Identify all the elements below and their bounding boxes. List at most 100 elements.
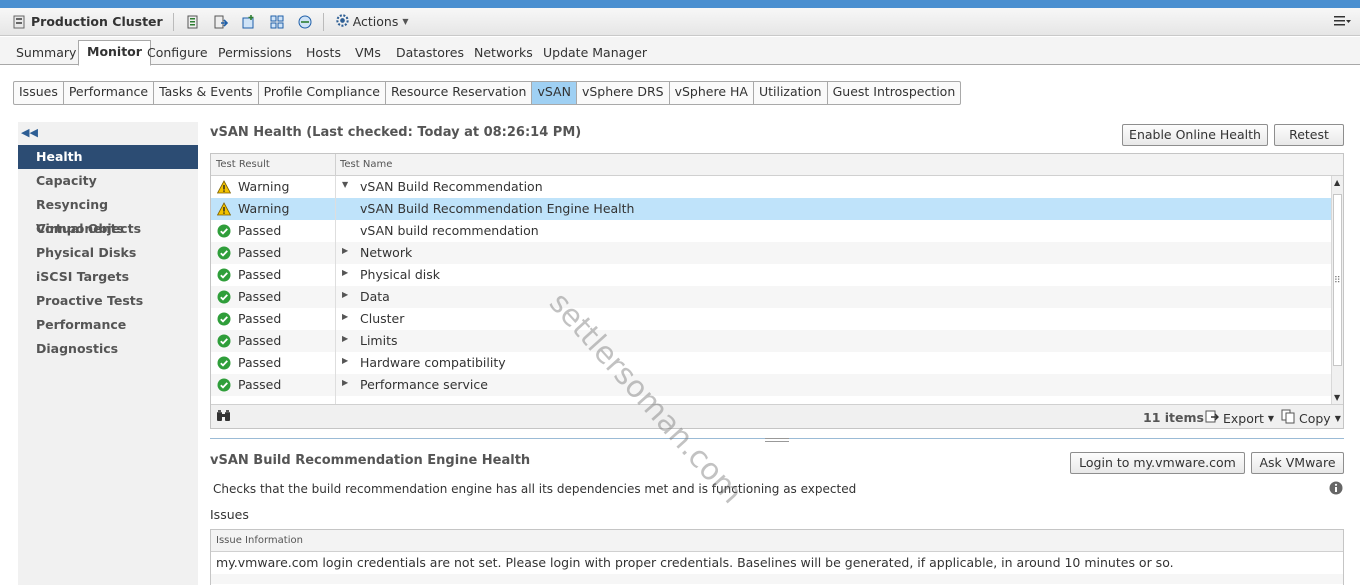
tab-update-manager[interactable]: Update Manager <box>535 42 655 65</box>
test-name-text: Network <box>360 245 413 260</box>
table-row[interactable]: Passed ▶ Hardware compatibility <box>211 352 1331 374</box>
table-row[interactable]: Warning vSAN Build Recommendation Engine … <box>211 198 1331 220</box>
detail-title: vSAN Build Recommendation Engine Health <box>210 453 531 468</box>
sidebar-item-health[interactable]: Health <box>18 145 198 169</box>
tab-datastores[interactable]: Datastores <box>388 42 472 65</box>
subtab-performance[interactable]: Performance <box>64 82 155 104</box>
new-vapp-icon[interactable] <box>295 12 315 32</box>
tree-collapsed-icon[interactable]: ▶ <box>342 268 352 277</box>
table-row[interactable]: Passed ▶ Performance service <box>211 374 1331 396</box>
subtab-profile-compliance[interactable]: Profile Compliance <box>259 82 386 104</box>
sidebar-item-resyncing-components[interactable]: Resyncing Components <box>18 193 198 236</box>
table-row[interactable]: Passed ▶ Limits <box>211 330 1331 352</box>
subtab-vsphere-ha[interactable]: vSphere HA <box>670 82 754 104</box>
tree-expanded-icon[interactable]: ▼ <box>342 180 352 189</box>
table-row[interactable]: Passed ▶ Network <box>211 242 1331 264</box>
actions-label: Actions <box>352 14 399 29</box>
toolbar-separator <box>172 12 174 31</box>
column-header-test-result[interactable]: Test Result <box>216 159 270 170</box>
list-menu-icon <box>1334 15 1352 30</box>
test-result-text: Passed <box>238 289 282 304</box>
login-to-myvmware-button[interactable]: Login to my.vmware.com <box>1070 452 1245 474</box>
subtab-guest-introspection[interactable]: Guest Introspection <box>828 82 961 104</box>
sidebar-item-physical-disks[interactable]: Physical Disks <box>18 241 198 265</box>
test-name-text: Cluster <box>360 311 405 326</box>
splitter-grip-icon[interactable] <box>765 438 789 442</box>
tree-collapsed-icon[interactable]: ▶ <box>342 356 352 365</box>
move-hosts-icon[interactable] <box>211 12 231 32</box>
subtab-tasks-events[interactable]: Tasks & Events <box>154 82 259 104</box>
column-divider[interactable] <box>335 154 336 176</box>
column-header-issue-information[interactable]: Issue Information <box>211 530 1343 552</box>
test-description: Checks that the build recommendation eng… <box>213 482 857 496</box>
passed-check-icon <box>217 224 231 238</box>
test-name-text: Data <box>360 289 390 304</box>
retest-button[interactable]: Retest <box>1274 124 1344 146</box>
enable-online-health-button[interactable]: Enable Online Health <box>1122 124 1268 146</box>
export-button[interactable]: Export ▼ <box>1205 409 1274 427</box>
tree-collapsed-icon[interactable]: ▶ <box>342 246 352 255</box>
binoculars-icon[interactable] <box>216 409 231 426</box>
portlet-menu-button[interactable] <box>1332 13 1354 31</box>
tree-collapsed-icon[interactable]: ▶ <box>342 290 352 299</box>
table-row[interactable]: Passed ▶ Data <box>211 286 1331 308</box>
new-vm-icon[interactable] <box>239 12 259 32</box>
tree-collapsed-icon[interactable]: ▶ <box>342 312 352 321</box>
column-header-test-name[interactable]: Test Name <box>340 159 392 170</box>
actions-menu-button[interactable]: Actions ▼ <box>335 13 409 31</box>
subtab-resource-reservation[interactable]: Resource Reservation <box>386 82 533 104</box>
add-host-icon[interactable] <box>183 12 203 32</box>
ask-vmware-button[interactable]: Ask VMware <box>1251 452 1344 474</box>
copy-button[interactable]: Copy ▼ <box>1281 409 1341 427</box>
vsan-sidebar: ◀◀ Health Capacity Resyncing Components … <box>18 122 198 585</box>
sidebar-item-virtual-objects[interactable]: Virtual Objects <box>18 217 198 241</box>
subtab-issues[interactable]: Issues <box>14 82 64 104</box>
passed-check-icon <box>217 334 231 348</box>
tab-summary[interactable]: Summary <box>8 42 84 65</box>
scroll-up-icon[interactable]: ▲ <box>1334 178 1340 187</box>
column-divider <box>335 176 336 404</box>
collapse-sidebar-icon[interactable]: ◀◀ <box>21 126 38 139</box>
resize-grip-icon[interactable]: ⠿ <box>1334 276 1341 286</box>
panel-splitter[interactable] <box>210 438 1344 442</box>
subtab-utilization[interactable]: Utilization <box>754 82 828 104</box>
main-tab-bar: Summary Monitor Configure Permissions Ho… <box>0 37 1360 66</box>
tab-vms[interactable]: VMs <box>347 42 389 65</box>
table-row[interactable]: Passed ▶ Cluster <box>211 308 1331 330</box>
sidebar-item-capacity[interactable]: Capacity <box>18 169 198 193</box>
chevron-down-icon: ▼ <box>402 17 409 26</box>
scroll-down-icon[interactable]: ▼ <box>1334 393 1340 402</box>
grid-footer: 11 items Export ▼ Copy ▼ <box>211 404 1343 428</box>
export-label: Export <box>1223 410 1264 426</box>
tab-permissions[interactable]: Permissions <box>210 42 300 65</box>
window-top-strip <box>0 0 1360 8</box>
warning-icon <box>216 180 232 194</box>
subtab-vsphere-drs[interactable]: vSphere DRS <box>577 82 670 104</box>
new-resource-pool-icon[interactable] <box>267 12 287 32</box>
tab-configure[interactable]: Configure <box>139 42 216 65</box>
table-row[interactable]: Passed vSAN build recommendation <box>211 220 1331 242</box>
object-title-bar: Production Cluster Actions ▼ <box>0 8 1360 36</box>
grid-vertical-scrollbar[interactable]: ▲ ⠿ ▼ <box>1331 176 1343 404</box>
tab-hosts[interactable]: Hosts <box>298 42 349 65</box>
test-name-text: Hardware compatibility <box>360 355 506 370</box>
tab-networks[interactable]: Networks <box>466 42 541 65</box>
test-result-text: Passed <box>238 333 282 348</box>
table-row[interactable]: Passed ▶ Physical disk <box>211 264 1331 286</box>
test-name-text: Limits <box>360 333 398 348</box>
grid-header: Test Result Test Name <box>211 154 1343 176</box>
subtab-vsan[interactable]: vSAN <box>532 82 577 104</box>
test-result-text: Passed <box>238 245 282 260</box>
object-title: Production Cluster <box>31 14 163 29</box>
sidebar-item-performance-diagnostics[interactable]: Performance Diagnostics <box>18 313 198 356</box>
test-result-text: Passed <box>238 311 282 326</box>
tree-collapsed-icon[interactable]: ▶ <box>342 378 352 387</box>
table-row[interactable]: Warning ▼ vSAN Build Recommendation <box>211 176 1331 198</box>
info-icon[interactable] <box>1329 481 1343 495</box>
monitor-sub-tab-bar: Issues Performance Tasks & Events Profil… <box>13 81 962 105</box>
tree-collapsed-icon[interactable]: ▶ <box>342 334 352 343</box>
issue-row[interactable]: my.vmware.com login credentials are not … <box>211 552 1343 574</box>
sidebar-item-iscsi-targets[interactable]: iSCSI Targets <box>18 265 198 289</box>
sidebar-item-proactive-tests[interactable]: Proactive Tests <box>18 289 198 313</box>
test-name-text: Performance service <box>360 377 488 392</box>
